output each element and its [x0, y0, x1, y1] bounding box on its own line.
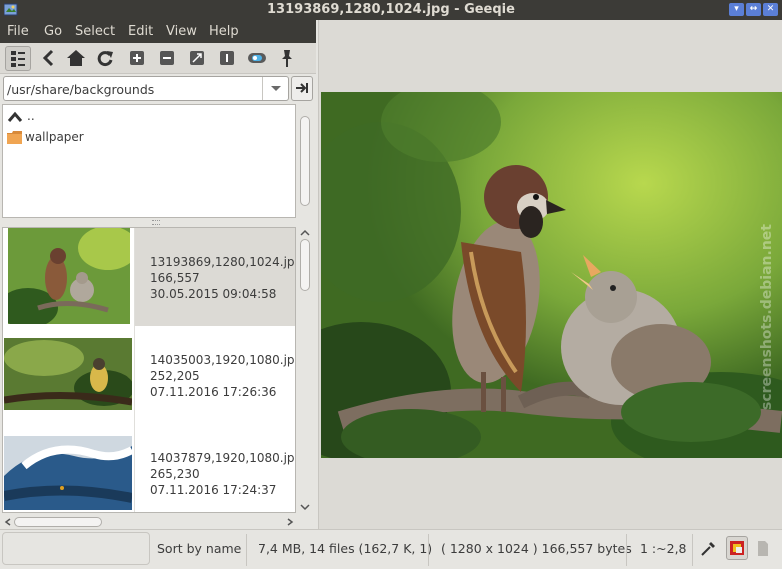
thumbnail-bird-branch — [4, 338, 132, 410]
zoom-out-icon[interactable] — [156, 47, 178, 69]
file-info: 14035003,1920,1080.jpg 252,205 07.11.201… — [150, 352, 296, 400]
dir-item-label: .. — [27, 109, 35, 123]
scroll-down-icon[interactable] — [300, 503, 310, 511]
status-bar: Sort by name 7,4 MB, 14 files (162,7 K, … — [0, 529, 782, 569]
file-date: 30.05.2015 09:04:58 — [150, 287, 277, 301]
image-viewer[interactable]: screenshots.debian.net — [318, 20, 782, 529]
menu-help[interactable]: Help — [209, 24, 239, 39]
dir-item-label: wallpaper — [25, 130, 84, 144]
status-separator — [626, 534, 627, 566]
dir-item-wallpaper[interactable]: wallpaper — [5, 129, 275, 147]
menu-file[interactable]: File — [7, 24, 29, 39]
file-name: 13193869,1280,1024.jpg — [150, 255, 296, 269]
scroll-up-icon[interactable] — [300, 229, 310, 237]
maximize-button[interactable]: ↔ — [746, 3, 761, 16]
jump-icon — [296, 83, 308, 93]
zoom-1-icon[interactable] — [216, 47, 238, 69]
thumbnail-sparrows — [8, 228, 130, 324]
file-date: 07.11.2016 17:24:37 — [150, 483, 277, 497]
dir-item-parent[interactable]: .. — [5, 109, 275, 127]
path-row: /usr/share/backgrounds — [0, 74, 316, 103]
main-image — [321, 92, 782, 458]
menu-go[interactable]: Go — [44, 24, 62, 39]
image-info: ( 1280 x 1024 ) 166,557 bytes — [441, 541, 632, 556]
window-title: 13193869,1280,1024.jpg - Geeqie — [267, 2, 515, 17]
menu-select[interactable]: Select — [75, 24, 115, 39]
thumbnail-cell — [3, 326, 135, 424]
file-size: 265,230 — [150, 467, 200, 481]
status-separator — [246, 534, 247, 566]
collection-summary: 7,4 MB, 14 files (162,7 K, 1) — [258, 541, 433, 556]
document-icon[interactable] — [756, 540, 770, 558]
thumbnail-cell — [3, 228, 135, 326]
status-filter-box[interactable] — [2, 532, 150, 565]
file-row[interactable]: 14035003,1920,1080.jpg 252,205 07.11.201… — [3, 326, 296, 424]
view-mode-icon — [11, 51, 25, 67]
file-info: 14037879,1920,1080.jpg 265,230 07.11.201… — [150, 450, 296, 498]
file-info: 13193869,1280,1024.jpg 166,557 30.05.201… — [150, 254, 296, 302]
sort-label[interactable]: Sort by name — [157, 541, 241, 556]
up-arrow-icon — [7, 111, 23, 122]
directory-scroll-thumb[interactable] — [300, 116, 310, 206]
color-picker-icon[interactable] — [699, 540, 717, 558]
sparrows-photo — [321, 92, 782, 458]
thumbnail-cell — [3, 424, 135, 512]
float-icon[interactable] — [246, 47, 268, 69]
directory-scrollbar[interactable] — [298, 104, 312, 218]
directory-list: .. wallpaper — [2, 104, 296, 218]
toolbar — [0, 43, 316, 74]
file-size: 252,205 — [150, 369, 200, 383]
file-name: 14037879,1920,1080.jpg — [150, 451, 296, 465]
title-bar: 13193869,1280,1024.jpg - Geeqie ▾ ↔ ✕ — [0, 0, 782, 20]
file-list-hscrollbar[interactable] — [2, 515, 296, 529]
file-list-scroll-thumb[interactable] — [300, 239, 310, 291]
file-list-scrollbar[interactable] — [298, 227, 312, 513]
scroll-right-icon[interactable] — [286, 518, 294, 526]
color-management-button[interactable] — [726, 536, 748, 560]
file-row[interactable]: 13193869,1280,1024.jpg 166,557 30.05.201… — [3, 228, 296, 326]
scroll-left-icon[interactable] — [4, 518, 12, 526]
file-date: 07.11.2016 17:26:36 — [150, 385, 277, 399]
path-combo[interactable]: /usr/share/backgrounds — [3, 76, 289, 101]
folder-icon — [7, 131, 22, 144]
go-to-path-button[interactable] — [291, 76, 313, 101]
zoom-level: 1 :~2,8 — [640, 541, 687, 556]
menu-edit[interactable]: Edit — [128, 24, 153, 39]
menu-view[interactable]: View — [166, 24, 197, 39]
zoom-in-icon[interactable] — [126, 47, 148, 69]
pin-icon[interactable] — [276, 47, 298, 69]
status-separator — [428, 534, 429, 566]
minimize-button[interactable]: ▾ — [729, 3, 744, 16]
watermark: screenshots.debian.net — [759, 224, 775, 410]
thumbnail-wave — [4, 436, 132, 510]
hscroll-thumb[interactable] — [14, 517, 102, 527]
watermark-text: screenshots.debian.net — [759, 224, 775, 410]
file-name: 14035003,1920,1080.jpg — [150, 353, 296, 367]
close-button[interactable]: ✕ — [763, 3, 778, 16]
status-separator — [692, 534, 693, 566]
back-icon[interactable] — [38, 47, 60, 69]
view-mode-button[interactable] — [5, 46, 31, 71]
zoom-fit-icon[interactable] — [186, 47, 208, 69]
path-dropdown-button[interactable] — [262, 77, 288, 100]
menu-bar: File Go Select Edit View Help — [0, 20, 316, 43]
chevron-down-icon — [271, 86, 281, 91]
file-size: 166,557 — [150, 271, 200, 285]
file-row[interactable]: 14037879,1920,1080.jpg 265,230 07.11.201… — [3, 424, 296, 512]
home-icon[interactable] — [65, 47, 87, 69]
refresh-icon[interactable] — [94, 47, 116, 69]
file-list: 13193869,1280,1024.jpg 166,557 30.05.201… — [2, 227, 296, 513]
path-input[interactable]: /usr/share/backgrounds — [7, 82, 154, 97]
color-management-icon — [730, 541, 744, 555]
pane-splitter[interactable] — [152, 220, 160, 225]
